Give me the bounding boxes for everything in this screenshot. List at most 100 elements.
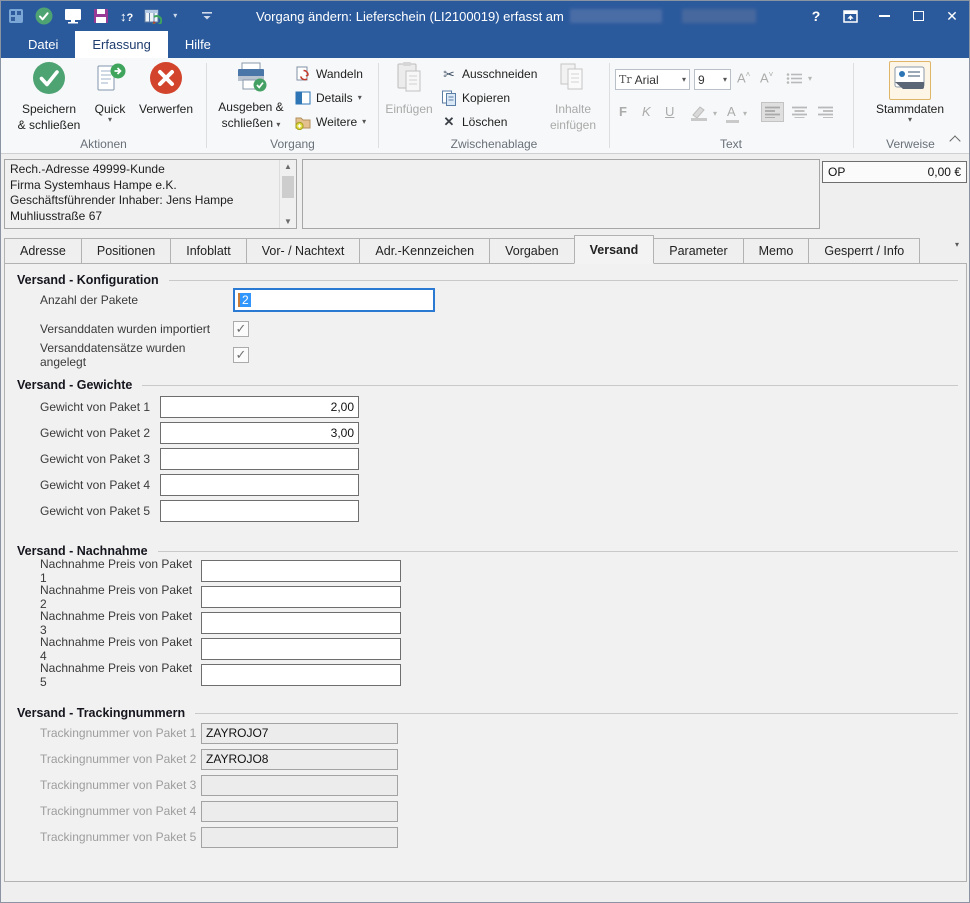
gewicht-paket-1-input[interactable] [160,396,359,418]
nachnahme-row: Nachnahme Preis von Paket 1 [40,557,401,585]
tracking-row: Trackingnummer von Paket 3 [40,773,398,797]
italic-button[interactable]: K [642,104,651,119]
tab-gesperrt-info[interactable]: Gesperrt / Info [808,238,921,264]
align-center-button[interactable] [788,102,811,122]
font-size-select[interactable]: 9 ▾ [694,69,731,90]
highlight-dropdown-icon[interactable]: ▾ [713,110,717,118]
gewicht-paket-2-input[interactable] [160,422,359,444]
monitor-icon[interactable] [64,8,82,24]
align-right-button[interactable] [814,102,837,122]
shrink-font-button[interactable]: A˅ [760,70,773,85]
loeschen-button[interactable]: ✕ Löschen [441,114,508,130]
menu-tab-hilfe[interactable]: Hilfe [168,31,228,58]
scroll-thumb[interactable] [282,176,294,198]
address-text: Rech.-Adresse 49999-Kunde Firma Systemha… [5,160,279,228]
font-icon: Tr [619,73,632,86]
help-button[interactable]: ? [799,1,833,31]
list-button[interactable] [786,72,803,90]
address-scrollbar[interactable]: ▲ ▼ [279,160,296,228]
underline-button[interactable]: U [665,104,674,119]
grow-font-button[interactable]: A˄ [737,70,750,85]
ribbon-group-aktionen: Speichern & schließen Quick ▾ Verwerfen … [1,58,206,153]
highlight-button[interactable] [689,105,711,126]
stammdaten-icon [889,61,931,100]
versanddatensaetze-angelegt-row: Versanddatensätze wurden angelegt ✓ [40,341,249,369]
nachnahme-paket-4-input[interactable] [201,638,401,660]
tab-parameter[interactable]: Parameter [653,238,744,264]
ausgeben-schliessen-button[interactable]: Ausgeben & schließen ▾ [215,61,287,130]
nachnahme-paket-5-input[interactable] [201,664,401,686]
versanddaten-importiert-checkbox[interactable]: ✓ [233,321,249,337]
versanddatensaetze-angelegt-label: Versanddatensätze wurden angelegt [40,341,186,369]
scroll-up-icon[interactable]: ▲ [280,162,296,171]
tab-overflow-icon[interactable]: ▾ [955,240,959,249]
op-value: 0,00 € [927,165,961,179]
anzahl-pakete-row: Anzahl der Pakete 2 [40,288,435,312]
tab-infoblatt[interactable]: Infoblatt [170,238,247,264]
tab-memo[interactable]: Memo [742,238,810,264]
resize-help-icon[interactable]: ↕? [120,9,133,24]
tab-vorgaben[interactable]: Vorgaben [489,238,575,264]
nachnahme-paket-2-input[interactable] [201,586,401,608]
app-window: ↕? ▾ Vorgang ändern: Lieferschein (LI210… [0,0,970,903]
redacted-date [569,9,662,23]
section-tracking-header: Versand - Trackingnummern [5,705,958,721]
tracking-paket-1-input [201,722,398,744]
gewicht-paket-5-input[interactable] [160,500,359,522]
window-title: Vorgang ändern: Lieferschein (LI2100019)… [256,8,564,24]
nachnahme-paket-3-input[interactable] [201,612,401,634]
tab-vor-nachtext[interactable]: Vor- / Nachtext [245,238,361,264]
save-icon[interactable] [93,8,109,24]
wandeln-button[interactable]: Wandeln [295,66,363,82]
tracking-row: Trackingnummer von Paket 1 [40,721,398,745]
qat-dropdown-icon[interactable]: ▾ [173,12,177,20]
qat-customize-icon[interactable] [202,11,213,21]
tab-adr-kennzeichen[interactable]: Adr.-Kennzeichen [359,238,491,264]
quick-button[interactable]: Quick ▾ [91,61,129,124]
tab-versand[interactable]: Versand [573,235,655,264]
confirm-icon[interactable] [35,7,53,25]
table-refresh-icon[interactable] [144,8,163,24]
font-color-button[interactable]: A [727,104,736,119]
align-left-button[interactable] [761,102,784,122]
quick-access-toolbar: ↕? ▾ [1,7,213,25]
ribbon-group-vorgang: Ausgeben & schließen ▾ Wandeln Details ▾… [207,58,378,153]
bold-button[interactable]: F [619,104,627,119]
save-close-icon [32,61,66,100]
scroll-down-icon[interactable]: ▼ [280,217,296,226]
list-dropdown-icon[interactable]: ▾ [808,75,812,83]
font-color-dropdown-icon[interactable]: ▾ [743,110,747,118]
anzahl-pakete-input[interactable]: 2 [233,288,435,312]
versanddatensaetze-angelegt-checkbox[interactable]: ✓ [233,347,249,363]
ausschneiden-button[interactable]: ✂ Ausschneiden [441,66,537,82]
app-icon [8,8,24,24]
group-caption-vorgang: Vorgang [270,137,315,151]
gewicht-paket-3-input[interactable] [160,448,359,470]
gewicht-paket-4-input[interactable] [160,474,359,496]
section-konfiguration-header: Versand - Konfiguration [5,272,958,288]
close-button[interactable]: ✕ [935,1,969,31]
verwerfen-button[interactable]: Verwerfen [129,61,203,116]
weitere-button[interactable]: Weitere ▾ [295,114,366,130]
tab-positionen[interactable]: Positionen [80,238,172,264]
check-icon: ✓ [235,347,247,362]
nachnahme-paket-1-input[interactable] [201,560,401,582]
menu-tab-datei[interactable]: Datei [11,31,75,58]
font-name-select[interactable]: Tr Arial ▾ [615,69,690,90]
menu-tab-erfassung[interactable]: Erfassung [75,31,168,58]
einfuegen-button[interactable]: Einfügen [381,61,437,116]
kopieren-button[interactable]: Kopieren [441,90,510,106]
detail-tabstrip: Adresse Positionen Infoblatt Vor- / Nach… [4,235,921,264]
selected-text: 2 [238,293,251,307]
address-line: Geschäftsführender Inhaber: Jens Hampe [10,193,234,207]
folder-plus-icon [295,114,311,130]
minimize-button[interactable] [867,1,901,31]
details-button[interactable]: Details ▾ [295,90,362,106]
section-gewichte-header: Versand - Gewichte [5,377,958,393]
maximize-button[interactable] [901,1,935,31]
save-close-button[interactable]: Speichern & schließen [9,61,89,132]
inhalte-einfuegen-button[interactable]: Inhalte einfügen [543,61,603,132]
stammdaten-button[interactable]: Stammdaten ▾ [869,61,951,124]
tab-adresse[interactable]: Adresse [4,238,82,264]
dock-window-button[interactable] [833,1,867,31]
